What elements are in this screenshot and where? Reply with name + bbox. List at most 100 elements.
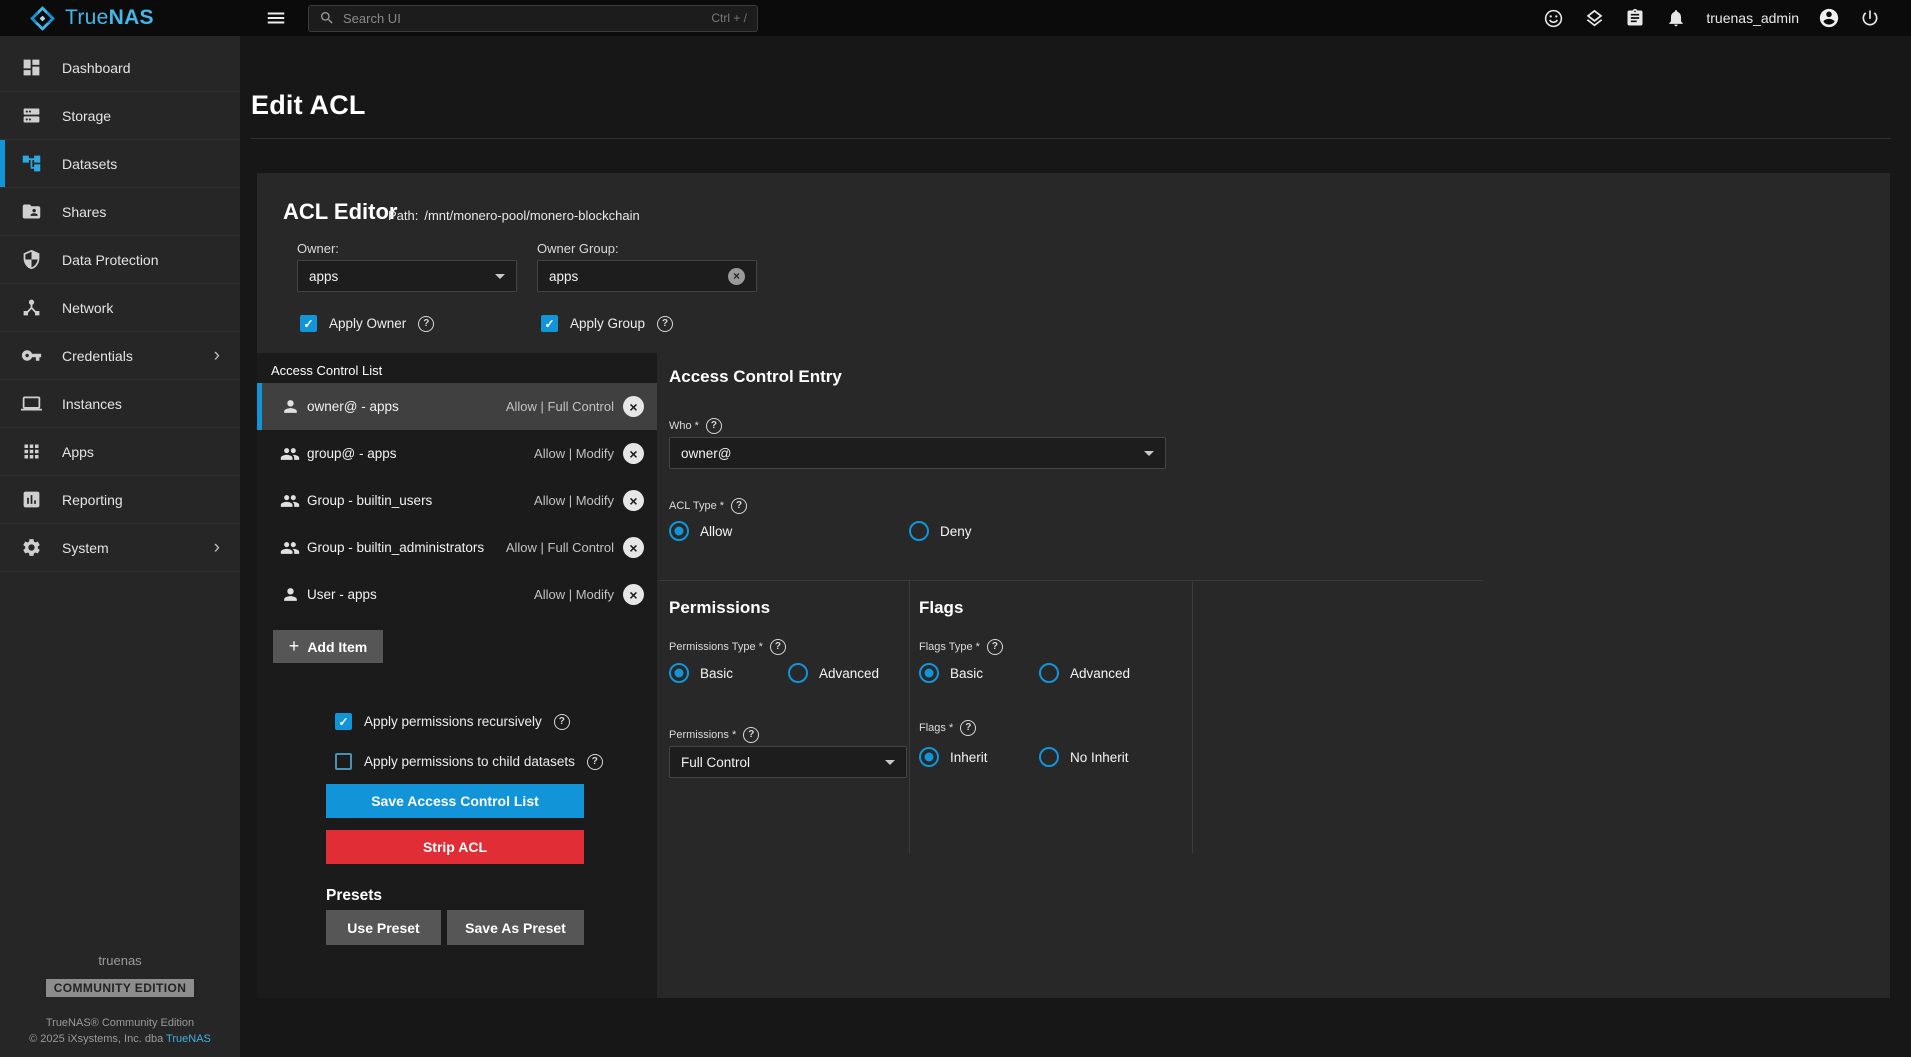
acl-entry-row[interactable]: Group - builtin_administrators Allow | F…: [257, 524, 657, 571]
help-icon[interactable]: ?: [960, 720, 976, 736]
flags-type-basic-radio[interactable]: Basic: [919, 663, 983, 683]
help-icon[interactable]: ?: [731, 498, 747, 514]
power-icon[interactable]: [1859, 7, 1881, 29]
help-icon[interactable]: ?: [587, 754, 603, 770]
chevron-down-icon: [1144, 451, 1154, 456]
apply-group-checkbox[interactable]: ✓: [541, 315, 558, 332]
acl-list-panel: Access Control List owner@ - apps Allow …: [257, 353, 657, 998]
flags-type-advanced-radio[interactable]: Advanced: [1039, 663, 1130, 683]
strip-acl-button[interactable]: Strip ACL: [326, 830, 584, 864]
apply-group-checkbox-row[interactable]: ✓ Apply Group ?: [541, 315, 673, 332]
sidebar-item-storage[interactable]: Storage: [0, 92, 240, 140]
sidebar-item-reporting[interactable]: Reporting: [0, 476, 240, 524]
sidebar-item-network[interactable]: Network: [0, 284, 240, 332]
group-icon: [280, 444, 300, 464]
acl-entry-row[interactable]: owner@ - apps Allow | Full Control×: [257, 383, 657, 430]
radio-circle: [919, 663, 939, 683]
permissions-type-basic-radio[interactable]: Basic: [669, 663, 733, 683]
sidebar-item-label: Apps: [62, 444, 94, 460]
truenas-logo[interactable]: TrueNAS: [0, 5, 240, 32]
permissions-value: Full Control: [681, 755, 750, 770]
save-as-preset-button[interactable]: Save As Preset: [447, 910, 584, 945]
acl-type-deny-radio[interactable]: Deny: [909, 521, 972, 541]
plus-icon: +: [289, 636, 300, 657]
help-icon[interactable]: ?: [706, 418, 722, 434]
sidebar-item-shares[interactable]: Shares: [0, 188, 240, 236]
who-select[interactable]: owner@: [669, 437, 1166, 469]
apply-owner-checkbox-row[interactable]: ✓ Apply Owner ?: [300, 315, 434, 332]
help-icon[interactable]: ?: [418, 316, 434, 332]
apply-owner-checkbox[interactable]: ✓: [300, 315, 317, 332]
delete-entry-icon[interactable]: ×: [623, 584, 644, 605]
acl-type-allow-radio[interactable]: Allow: [669, 521, 732, 541]
shield-icon: [19, 248, 43, 272]
delete-entry-icon[interactable]: ×: [623, 537, 644, 558]
apply-child-datasets-checkbox[interactable]: [335, 753, 352, 770]
delete-entry-icon[interactable]: ×: [623, 490, 644, 511]
acl-entry-who: group@ - apps: [307, 446, 397, 461]
section-divider: [659, 580, 1483, 581]
sidebar-item-label: Reporting: [62, 492, 123, 508]
flags-no-inherit-radio[interactable]: No Inherit: [1039, 747, 1129, 767]
jobs-clipboard-icon[interactable]: [1624, 7, 1646, 29]
sidebar-item-credentials[interactable]: Credentials ›: [0, 332, 240, 380]
global-search-box[interactable]: Ctrl + /: [308, 5, 758, 32]
help-icon[interactable]: ?: [743, 727, 759, 743]
add-item-button[interactable]: + Add Item: [273, 630, 383, 663]
delete-entry-icon[interactable]: ×: [623, 396, 644, 417]
radio-circle: [788, 663, 808, 683]
sidebar-item-system[interactable]: System ›: [0, 524, 240, 572]
sidebar-item-label: Dashboard: [62, 60, 131, 76]
feedback-smiley-icon[interactable]: [1542, 7, 1564, 29]
truecommand-stack-icon[interactable]: [1583, 7, 1605, 29]
apply-recursive-checkbox-row[interactable]: ✓ Apply permissions recursively ?: [335, 713, 570, 730]
radio-circle: [1039, 663, 1059, 683]
user-avatar-icon[interactable]: [1818, 7, 1840, 29]
gear-icon: [19, 536, 43, 560]
sidebar-item-apps[interactable]: Apps: [0, 428, 240, 476]
sidebar-item-instances[interactable]: Instances: [0, 380, 240, 428]
search-input[interactable]: [343, 11, 703, 26]
permissions-section-heading: Permissions: [669, 598, 770, 618]
sidebar-item-dashboard[interactable]: Dashboard: [0, 44, 240, 92]
truenas-logo-text: TrueNAS: [65, 6, 154, 30]
hamburger-menu-icon[interactable]: [264, 6, 288, 30]
owner-group-input[interactable]: apps ×: [537, 260, 757, 292]
laptop-icon: [19, 392, 43, 416]
acl-entry-row[interactable]: group@ - apps Allow | Modify×: [257, 430, 657, 477]
shares-folder-icon: [19, 200, 43, 224]
apply-child-datasets-checkbox-row[interactable]: Apply permissions to child datasets ?: [335, 753, 603, 770]
path-value: /mnt/monero-pool/monero-blockchain: [424, 208, 639, 223]
delete-entry-icon[interactable]: ×: [623, 443, 644, 464]
sidebar-nav: Dashboard Storage Datasets Shares Data P…: [0, 36, 240, 572]
save-acl-button[interactable]: Save Access Control List: [326, 784, 584, 818]
column-divider: [1192, 581, 1193, 853]
acl-entry-permission: Allow | Modify: [534, 587, 614, 602]
permissions-type-label-row: Permissions Type * ?: [669, 639, 786, 655]
person-icon: [280, 397, 300, 417]
radio-label: Advanced: [819, 666, 879, 681]
acl-entry-row[interactable]: Group - builtin_users Allow | Modify×: [257, 477, 657, 524]
truenas-link[interactable]: TrueNAS: [166, 1033, 211, 1045]
help-icon[interactable]: ?: [657, 316, 673, 332]
acl-entry-row[interactable]: User - apps Allow | Modify×: [257, 571, 657, 618]
radio-label: Basic: [950, 666, 983, 681]
group-icon: [280, 491, 300, 511]
help-icon[interactable]: ?: [554, 714, 570, 730]
sidebar: Dashboard Storage Datasets Shares Data P…: [0, 36, 240, 1057]
help-icon[interactable]: ?: [770, 639, 786, 655]
use-preset-button[interactable]: Use Preset: [326, 910, 441, 945]
hostname-label: truenas: [0, 953, 240, 968]
flags-inherit-radio[interactable]: Inherit: [919, 747, 988, 767]
clear-icon[interactable]: ×: [728, 268, 745, 285]
sidebar-item-datasets[interactable]: Datasets: [0, 140, 240, 188]
add-item-label: Add Item: [307, 639, 367, 655]
help-icon[interactable]: ?: [987, 639, 1003, 655]
sidebar-item-data-protection[interactable]: Data Protection: [0, 236, 240, 284]
alerts-bell-icon[interactable]: [1665, 7, 1687, 29]
owner-select[interactable]: apps: [297, 260, 517, 292]
permissions-type-advanced-radio[interactable]: Advanced: [788, 663, 879, 683]
permissions-select[interactable]: Full Control: [669, 746, 907, 778]
apply-recursive-checkbox[interactable]: ✓: [335, 713, 352, 730]
datasets-tree-icon: [19, 152, 43, 176]
